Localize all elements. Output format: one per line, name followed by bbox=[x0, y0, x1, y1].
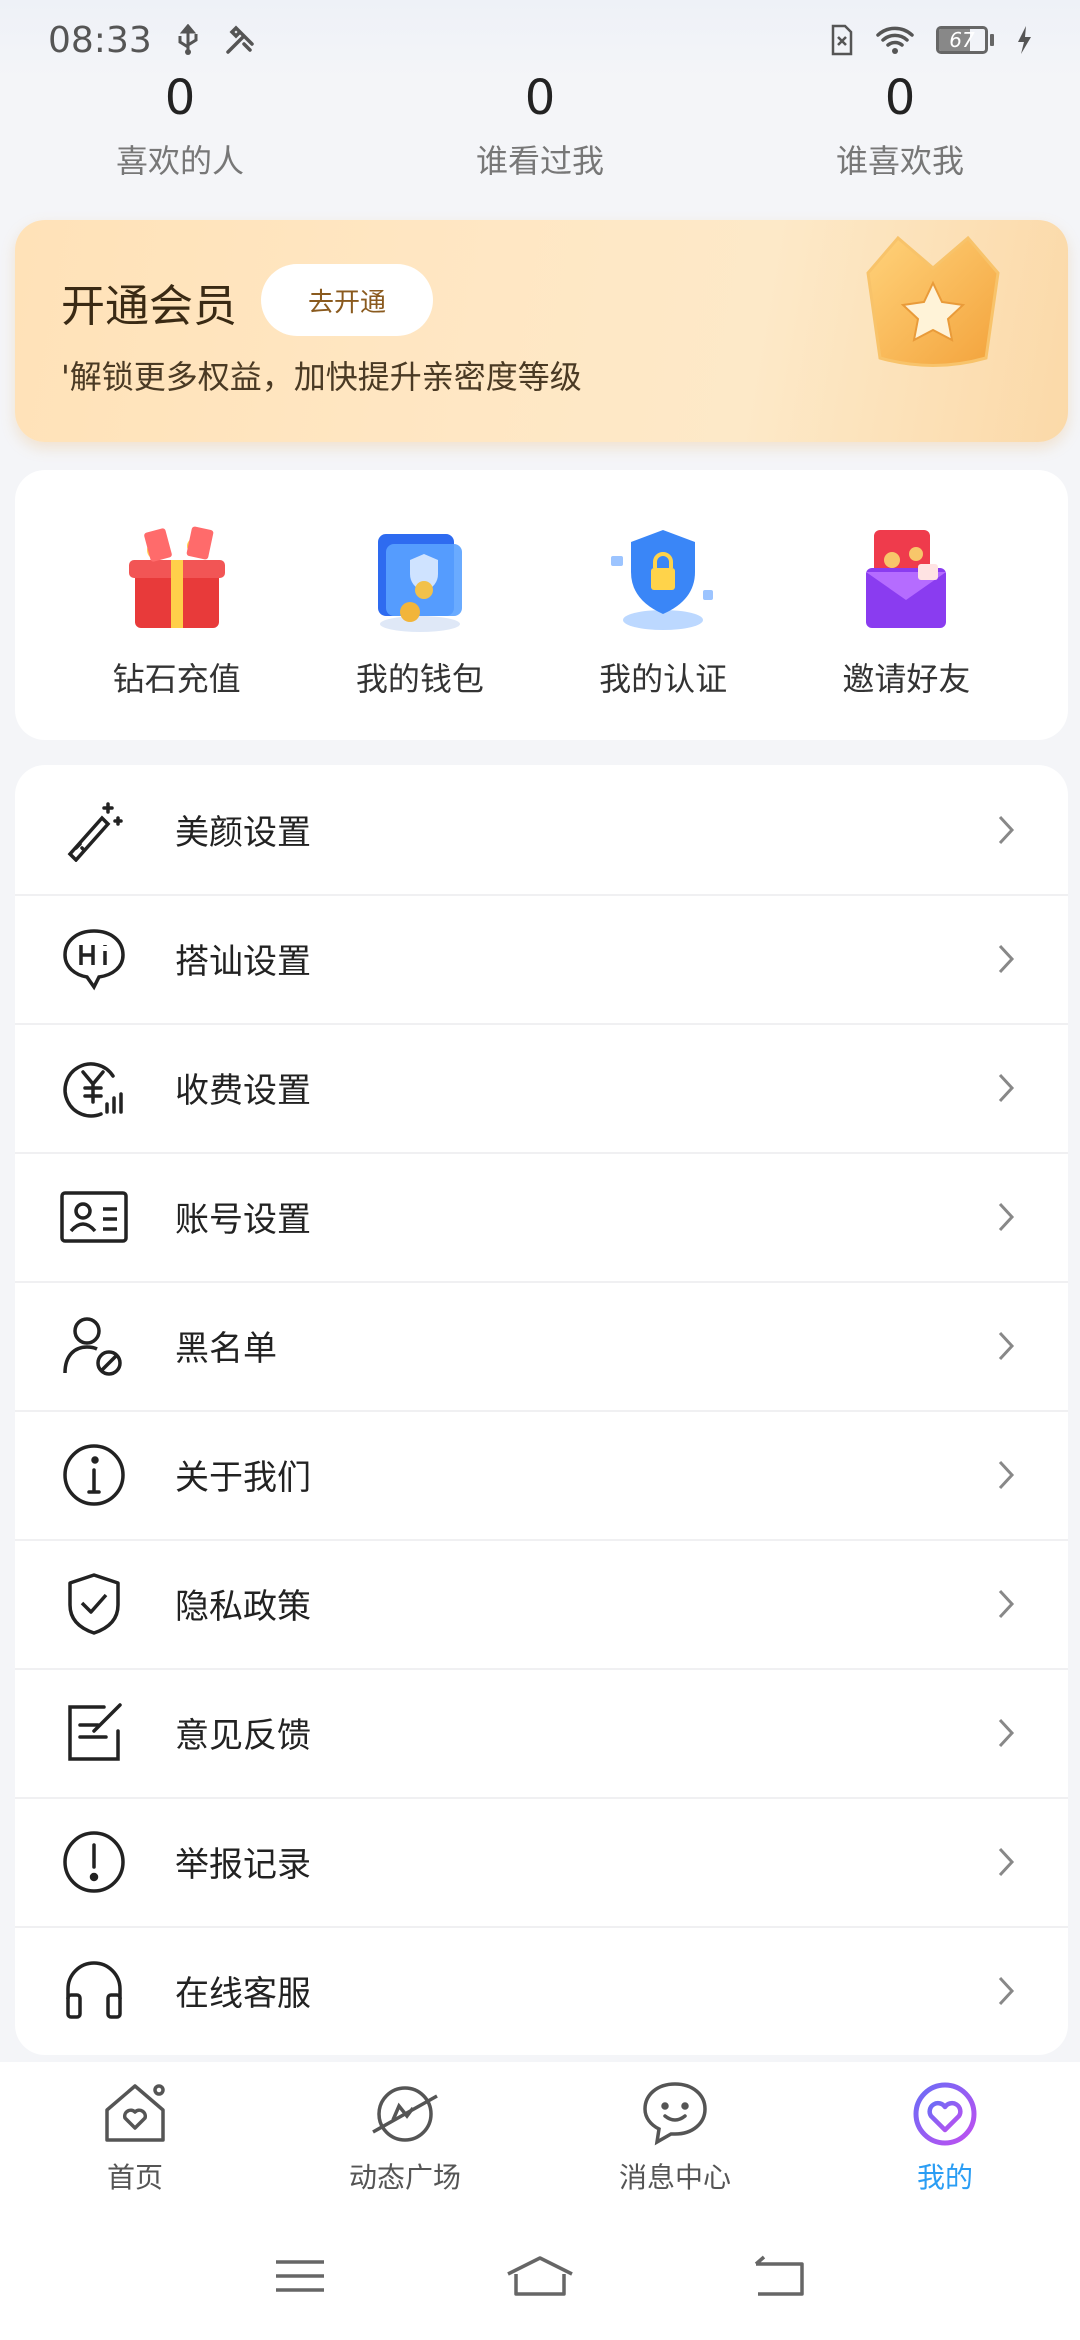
back-icon[interactable] bbox=[740, 2246, 820, 2306]
quick-actions: 钻石充值 我的钱包 我的认证 邀请好友 bbox=[15, 470, 1068, 740]
menu-item-support[interactable]: 在线客服 bbox=[15, 1926, 1068, 2055]
menu-item-greeting[interactable]: 搭讪设置 bbox=[15, 894, 1068, 1023]
magic-wand-icon bbox=[59, 795, 129, 865]
menu-label: 黑名单 bbox=[175, 1329, 277, 1369]
vip-banner[interactable]: 开通会员 去开通 '解锁更多权益，加快提升亲密度等级 bbox=[15, 220, 1068, 442]
status-time: 08:33 bbox=[48, 19, 152, 61]
vip-description: '解锁更多权益，加快提升亲密度等级 bbox=[61, 358, 582, 396]
quick-action-verify[interactable]: 我的认证 bbox=[563, 520, 763, 740]
alert-icon bbox=[59, 1827, 129, 1897]
stat-liked-by[interactable]: 0 谁喜欢我 bbox=[750, 70, 1050, 190]
charging-icon bbox=[1016, 25, 1032, 55]
chevron-right-icon bbox=[998, 1460, 1015, 1489]
stats-row: 0 喜欢的人 0 谁看过我 0 谁喜欢我 bbox=[0, 70, 1080, 190]
menu-item-beauty[interactable]: 美颜设置 bbox=[15, 765, 1068, 894]
tools-icon bbox=[224, 24, 256, 56]
quick-action-wallet[interactable]: 我的钱包 bbox=[320, 520, 520, 740]
wifi-icon bbox=[876, 25, 914, 55]
home-icon[interactable] bbox=[500, 2246, 580, 2306]
menu-item-account[interactable]: 账号设置 bbox=[15, 1152, 1068, 1281]
heart-circle-icon bbox=[913, 2082, 977, 2146]
invite-envelope-icon bbox=[866, 530, 947, 628]
menu-label: 美颜设置 bbox=[175, 813, 311, 853]
usb-icon bbox=[174, 24, 202, 56]
menu-item-about[interactable]: 关于我们 bbox=[15, 1410, 1068, 1539]
quick-action-invite[interactable]: 邀请好友 bbox=[806, 520, 1006, 740]
vip-open-button[interactable]: 去开通 bbox=[261, 264, 433, 336]
quick-action-label: 我的认证 bbox=[599, 660, 728, 698]
chevron-right-icon bbox=[998, 1976, 1015, 2005]
menu-label: 意见反馈 bbox=[175, 1716, 311, 1756]
gift-box-icon bbox=[128, 526, 225, 628]
quick-action-label: 邀请好友 bbox=[842, 660, 971, 698]
stat-label: 喜欢的人 bbox=[115, 142, 244, 180]
home-heart-icon bbox=[105, 2084, 165, 2142]
nav-messages[interactable]: 消息中心 bbox=[565, 2078, 785, 2212]
user-block-icon bbox=[59, 1311, 129, 1381]
vip-crown-basket-icon bbox=[866, 235, 1000, 367]
menu-label: 举报记录 bbox=[175, 1845, 311, 1885]
nav-moments[interactable]: 动态广场 bbox=[295, 2078, 515, 2212]
stat-value: 0 bbox=[884, 70, 916, 126]
nav-mine[interactable]: 我的 bbox=[835, 2078, 1055, 2212]
sim-off-icon bbox=[830, 24, 854, 56]
yuan-chart-icon bbox=[59, 1053, 129, 1123]
nav-label: 动态广场 bbox=[348, 2161, 461, 2194]
menu-label: 关于我们 bbox=[175, 1458, 311, 1498]
battery-level: 67 bbox=[949, 28, 975, 52]
quick-action-label: 钻石充值 bbox=[112, 660, 241, 698]
info-icon bbox=[59, 1440, 129, 1510]
status-bar: 08:33 67 bbox=[0, 0, 1080, 80]
stat-value: 0 bbox=[524, 70, 556, 126]
settings-menu: 美颜设置 搭讪设置 收费设置 账号设置 黑名单 关于我们 隐私政策 意见反馈 举… bbox=[15, 765, 1068, 2055]
id-card-icon bbox=[59, 1182, 129, 1252]
stat-visitors[interactable]: 0 谁看过我 bbox=[390, 70, 690, 190]
vip-title: 开通会员 bbox=[61, 281, 237, 332]
menu-item-pricing[interactable]: 收费设置 bbox=[15, 1023, 1068, 1152]
menu-item-reports[interactable]: 举报记录 bbox=[15, 1797, 1068, 1926]
wallet-icon bbox=[377, 534, 462, 632]
shield-check-icon bbox=[59, 1569, 129, 1639]
hi-bubble-icon bbox=[59, 924, 129, 994]
chevron-right-icon bbox=[998, 1847, 1015, 1876]
shield-lock-icon bbox=[611, 530, 714, 630]
bottom-nav: 首页 动态广场 消息中心 我的 bbox=[0, 2062, 1080, 2212]
stat-label: 谁看过我 bbox=[475, 142, 604, 180]
chat-smile-icon bbox=[643, 2082, 707, 2146]
chevron-right-icon bbox=[998, 1073, 1015, 1102]
nav-home[interactable]: 首页 bbox=[25, 2078, 245, 2212]
planet-icon bbox=[372, 2086, 438, 2142]
stat-label: 谁喜欢我 bbox=[835, 142, 964, 180]
quick-action-label: 我的钱包 bbox=[355, 660, 484, 698]
menu-item-privacy[interactable]: 隐私政策 bbox=[15, 1539, 1068, 1668]
stat-likes[interactable]: 0 喜欢的人 bbox=[30, 70, 330, 190]
stat-value: 0 bbox=[164, 70, 196, 126]
menu-label: 收费设置 bbox=[175, 1071, 311, 1111]
battery-icon: 67 bbox=[936, 26, 994, 54]
nav-label: 消息中心 bbox=[618, 2161, 731, 2194]
feedback-edit-icon bbox=[59, 1698, 129, 1768]
chevron-right-icon bbox=[998, 944, 1015, 973]
menu-item-feedback[interactable]: 意见反馈 bbox=[15, 1668, 1068, 1797]
chevron-right-icon bbox=[998, 1718, 1015, 1747]
menu-item-blacklist[interactable]: 黑名单 bbox=[15, 1281, 1068, 1410]
chevron-right-icon bbox=[998, 1331, 1015, 1360]
menu-label: 搭讪设置 bbox=[175, 942, 311, 982]
menu-label: 账号设置 bbox=[175, 1200, 311, 1240]
nav-label: 我的 bbox=[916, 2161, 973, 2194]
chevron-right-icon bbox=[998, 1589, 1015, 1618]
quick-action-recharge[interactable]: 钻石充值 bbox=[77, 520, 277, 740]
system-nav-bar bbox=[0, 2212, 1080, 2340]
menu-label: 在线客服 bbox=[175, 1974, 311, 2014]
menu-label: 隐私政策 bbox=[175, 1587, 311, 1627]
chevron-right-icon bbox=[998, 1202, 1015, 1231]
menu-icon[interactable] bbox=[260, 2246, 340, 2306]
chevron-right-icon bbox=[998, 815, 1015, 844]
nav-label: 首页 bbox=[106, 2161, 163, 2194]
headset-icon bbox=[59, 1956, 129, 2026]
